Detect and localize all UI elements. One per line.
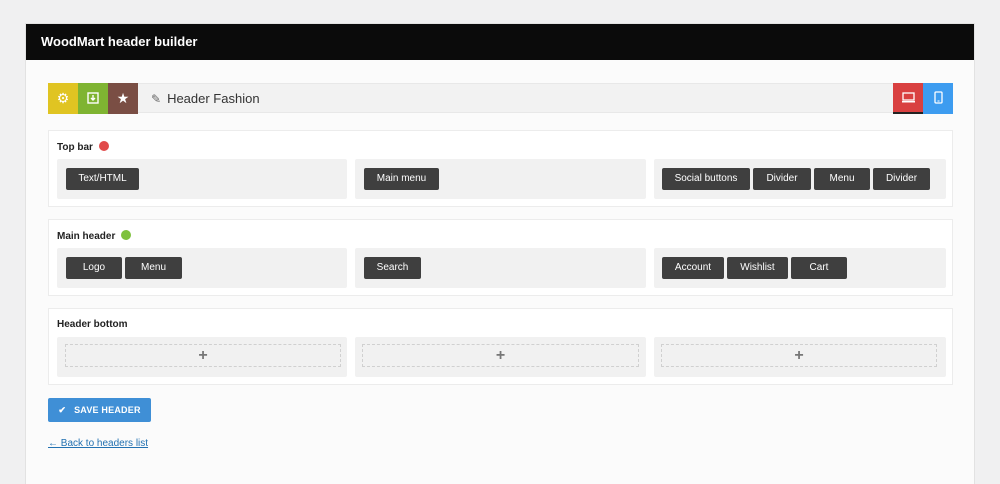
- desktop-view-button[interactable]: [893, 83, 923, 114]
- element-divider[interactable]: Divider: [873, 168, 930, 190]
- add-element-button[interactable]: +: [65, 344, 341, 367]
- import-icon: [87, 91, 99, 107]
- element-divider[interactable]: Divider: [753, 168, 811, 190]
- column-left: +: [57, 337, 347, 377]
- save-header-button[interactable]: ✔ SAVE HEADER: [48, 398, 151, 422]
- column-center: Search: [355, 248, 646, 288]
- element-main-menu[interactable]: Main menu: [364, 168, 439, 190]
- status-dot-icon: [121, 230, 132, 240]
- gear-icon: ⚙: [56, 90, 70, 106]
- row-title: Top bar: [57, 141, 109, 153]
- row-title: Header bottom: [57, 319, 128, 330]
- column-left: Logo Menu: [57, 248, 347, 288]
- element-cart[interactable]: Cart: [791, 257, 847, 279]
- row-header-bottom: Header bottom + + +: [48, 308, 953, 385]
- row-top-bar: Top bar Text/HTML Main menu Social butto…: [48, 130, 953, 207]
- element-menu[interactable]: Menu: [125, 257, 182, 279]
- column-right: Social buttons Divider Menu Divider: [654, 159, 946, 199]
- add-element-button[interactable]: +: [661, 344, 937, 367]
- column-center: Main menu: [355, 159, 646, 199]
- save-label: SAVE HEADER: [74, 405, 141, 415]
- desktop-icon: [901, 90, 915, 106]
- header-name-text: Header Fashion: [167, 91, 260, 106]
- back-to-headers-link[interactable]: ← Back to headers list: [48, 438, 148, 449]
- column-right: +: [654, 337, 946, 377]
- check-icon: ✔: [58, 404, 67, 415]
- column-right: Account Wishlist Cart: [654, 248, 946, 288]
- row-title: Main header: [57, 230, 132, 242]
- row-title-text: Top bar: [57, 142, 93, 153]
- settings-button[interactable]: ⚙: [48, 83, 78, 114]
- element-menu[interactable]: Menu: [814, 168, 870, 190]
- element-account[interactable]: Account: [662, 257, 724, 279]
- column-left: Text/HTML: [57, 159, 347, 199]
- column-center: +: [355, 337, 646, 377]
- element-wishlist[interactable]: Wishlist: [727, 257, 788, 279]
- plus-icon: +: [198, 346, 208, 364]
- star-icon: ★: [116, 90, 130, 106]
- mobile-icon: [933, 90, 943, 107]
- panel-title: WoodMart header builder: [26, 24, 974, 60]
- element-search[interactable]: Search: [364, 257, 421, 279]
- element-logo[interactable]: Logo: [66, 257, 122, 279]
- element-social-buttons[interactable]: Social buttons: [662, 168, 750, 190]
- row-title-text: Main header: [57, 231, 116, 242]
- plus-icon: +: [495, 346, 506, 364]
- row-main-header: Main header Logo Menu Search Account Wis…: [48, 219, 953, 296]
- import-button[interactable]: [78, 83, 108, 114]
- element-text-html[interactable]: Text/HTML: [66, 168, 139, 190]
- pencil-icon: ✎: [151, 92, 162, 106]
- status-dot-icon: [98, 141, 109, 151]
- add-element-button[interactable]: +: [362, 344, 639, 367]
- favorite-button[interactable]: ★: [108, 83, 138, 114]
- plus-icon: +: [794, 346, 804, 364]
- header-name[interactable]: ✎ Header Fashion: [151, 84, 260, 114]
- mobile-view-button[interactable]: [923, 83, 953, 114]
- header-toolbar: ⚙ ★ ✎ Header Fashion: [48, 83, 953, 114]
